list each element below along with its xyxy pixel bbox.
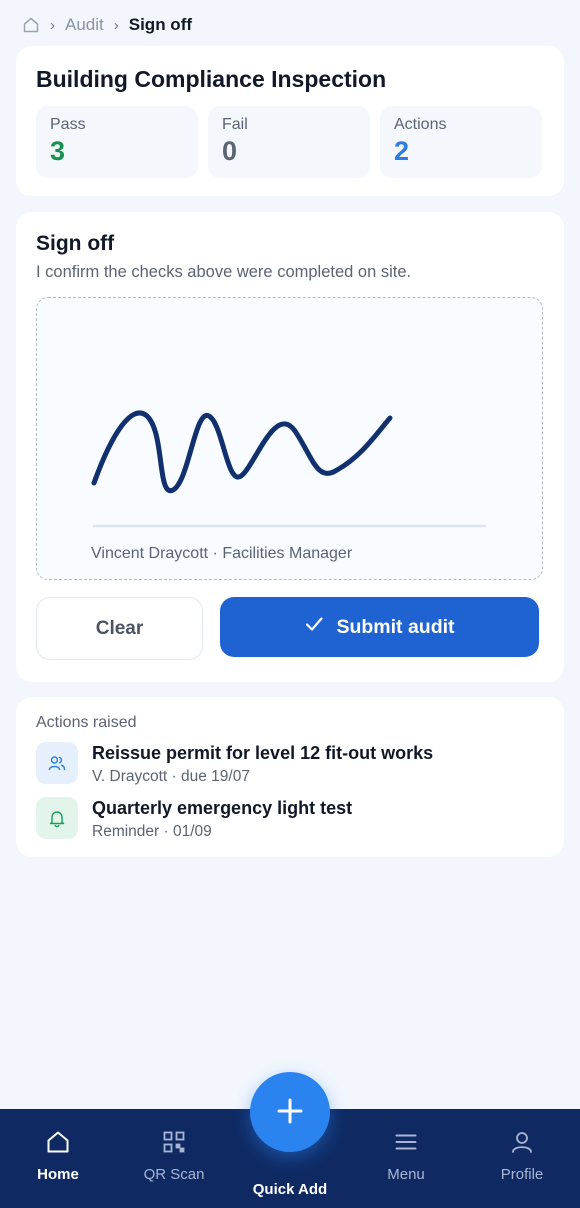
nav-item-qr-scan[interactable]: QR Scan — [124, 1129, 224, 1183]
quick-add-label: Quick Add — [252, 1181, 328, 1198]
stat-value: 0 — [222, 136, 238, 166]
stat-value: 3 — [50, 136, 66, 166]
stat-label: Pass — [50, 116, 86, 133]
summary-card: Building Compliance Inspection Pass 3 Fa… — [16, 46, 564, 196]
action-meta: V. Draycott · due 19/07 — [92, 768, 250, 785]
chevron-right-icon: › — [113, 16, 119, 34]
signer-name: Vincent Draycott · Facilities Manager — [91, 545, 353, 562]
stat-pass: Pass 3 — [36, 106, 198, 178]
page-title: Building Compliance Inspection — [36, 66, 387, 92]
breadcrumb: › Audit › Sign off — [22, 14, 192, 36]
nav-label: Profile — [500, 1166, 544, 1183]
check-icon — [304, 614, 324, 640]
clear-button[interactable]: Clear — [36, 597, 203, 660]
breadcrumb-current: Sign off — [128, 15, 193, 34]
home-icon — [45, 1129, 71, 1160]
stat-actions: Actions 2 — [380, 106, 542, 178]
nav-label: QR Scan — [143, 1166, 205, 1183]
nav-item-home[interactable]: Home — [8, 1129, 108, 1183]
stat-label: Fail — [222, 116, 248, 133]
home-icon[interactable] — [22, 16, 40, 34]
stats-row: Pass 3 Fail 0 Actions 2 — [36, 106, 542, 178]
actions-raised-card: Actions raised Reissue permit for level … — [16, 697, 564, 857]
qr-icon — [161, 1129, 187, 1160]
signature-pad[interactable]: Vincent Draycott · Facilities Manager — [36, 297, 543, 580]
signoff-card: Sign off I confirm the checks above were… — [16, 212, 564, 682]
action-title: Reissue permit for level 12 fit-out work… — [92, 743, 434, 763]
nav-item-menu[interactable]: Menu — [356, 1129, 456, 1183]
action-meta: Reminder · 01/09 — [92, 823, 212, 840]
nav-label: Home — [37, 1166, 79, 1183]
actions-raised-title: Actions raised — [36, 714, 137, 731]
quick-add-button[interactable] — [250, 1072, 330, 1152]
signoff-description: I confirm the checks above were complete… — [36, 263, 412, 281]
plus-icon — [275, 1096, 305, 1129]
nav-label: Menu — [387, 1166, 425, 1183]
submit-label: Submit audit — [336, 615, 455, 638]
bell-icon — [36, 797, 78, 839]
stat-label: Actions — [394, 116, 447, 133]
list-item[interactable]: Quarterly emergency light test Reminder … — [36, 797, 352, 841]
breadcrumb-item-audit[interactable]: Audit — [65, 15, 104, 35]
profile-icon — [509, 1129, 535, 1160]
users-icon — [36, 742, 78, 784]
menu-icon — [393, 1129, 419, 1160]
signature-drawing — [91, 410, 487, 528]
stat-value: 2 — [394, 136, 410, 166]
submit-audit-button[interactable]: Submit audit — [220, 597, 539, 657]
signoff-title: Sign off — [36, 232, 115, 255]
list-item[interactable]: Reissue permit for level 12 fit-out work… — [36, 742, 433, 786]
nav-item-profile[interactable]: Profile — [472, 1129, 572, 1183]
stat-fail: Fail 0 — [208, 106, 370, 178]
chevron-right-icon: › — [50, 16, 55, 34]
action-title: Quarterly emergency light test — [92, 798, 353, 818]
